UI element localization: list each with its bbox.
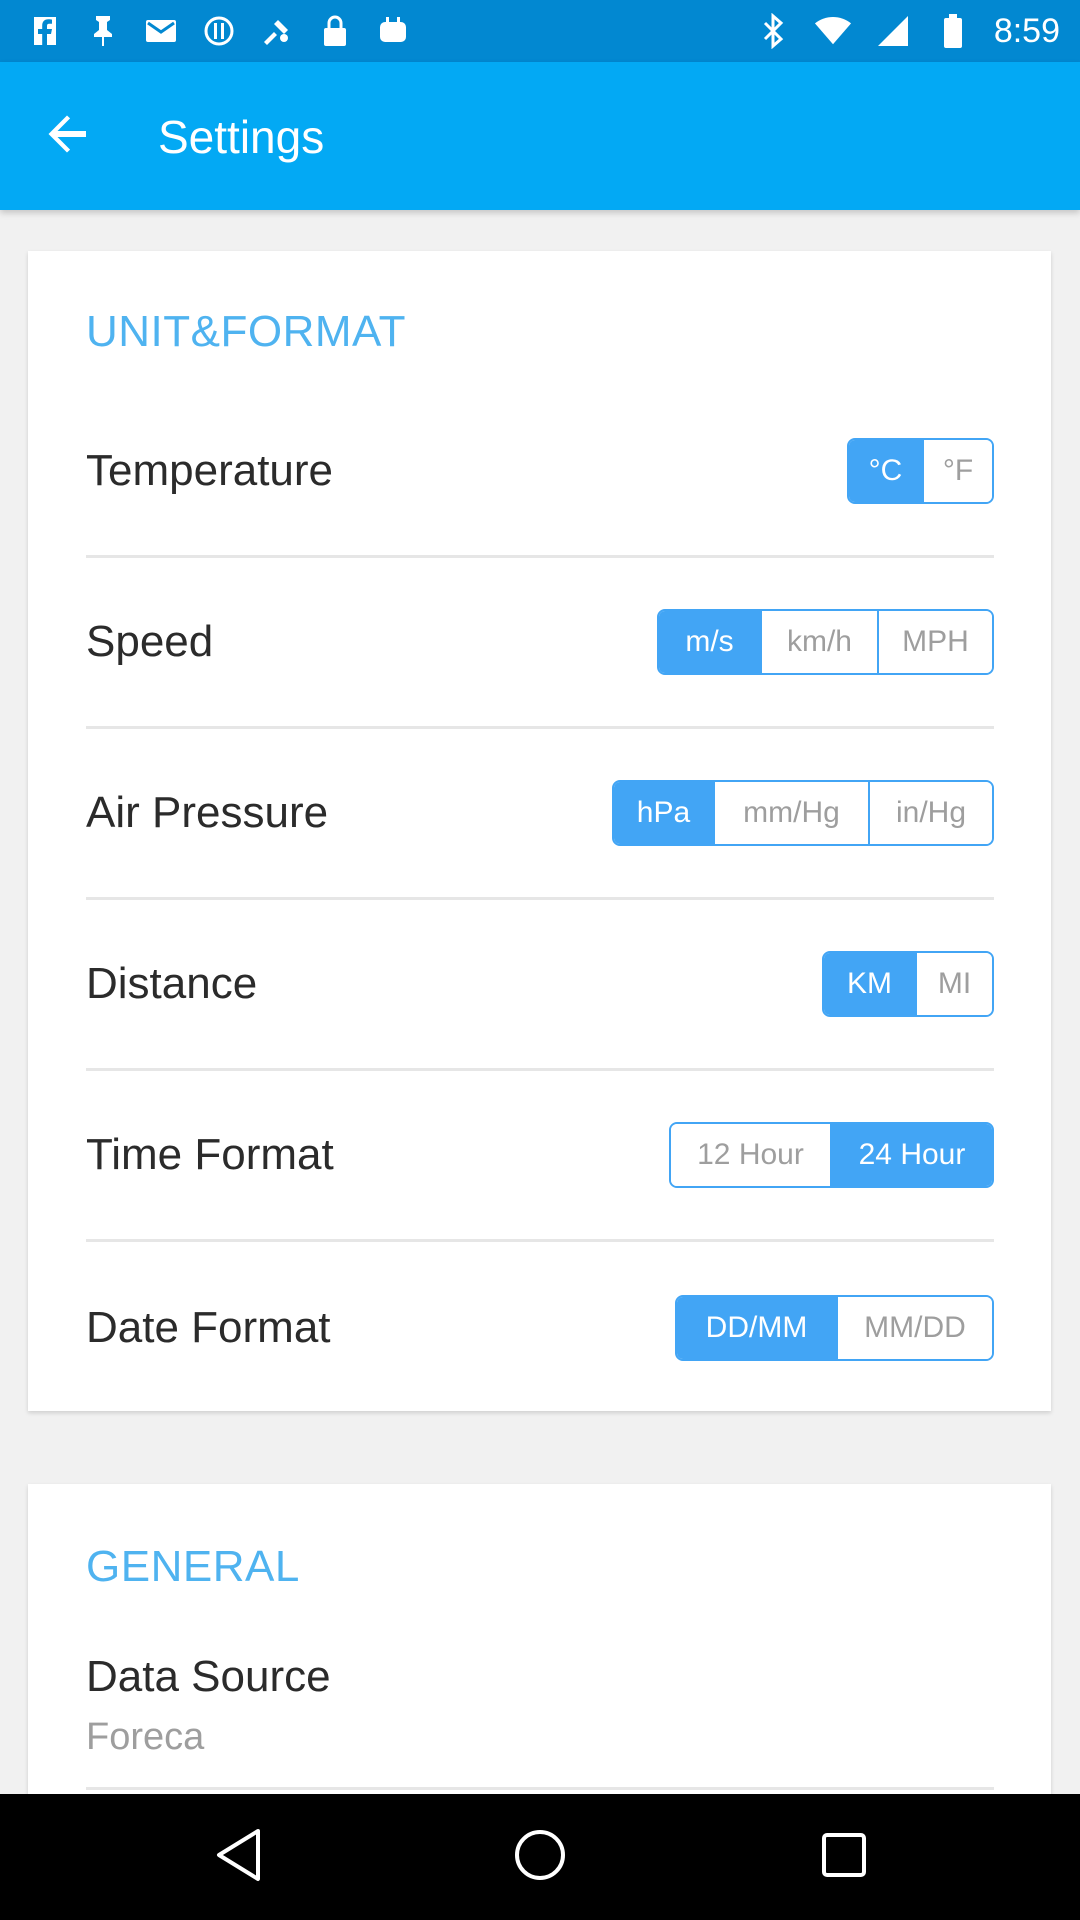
bluetooth-icon [754, 12, 792, 50]
alert-icon [200, 12, 238, 50]
setting-row-temperature: Temperature °C °F [86, 387, 994, 558]
setting-row-air-pressure: Air Pressure hPa mm/Hg in/Hg [86, 729, 994, 900]
app-bar: Settings [0, 62, 1080, 210]
option-km[interactable]: KM [824, 953, 915, 1015]
date-format-toggle: DD/MM MM/DD [675, 1294, 994, 1361]
home-circle-icon [513, 1828, 567, 1887]
option-inhg[interactable]: in/Hg [868, 782, 992, 844]
nav-home-button[interactable] [510, 1827, 570, 1887]
back-button[interactable] [34, 102, 102, 170]
divider [86, 1787, 994, 1790]
battery-icon [934, 12, 972, 50]
lock-icon [316, 12, 354, 50]
pin-icon [84, 12, 122, 50]
option-mm-dd[interactable]: MM/DD [836, 1296, 992, 1359]
status-bar: 8:59 [0, 0, 1080, 62]
status-icons-right: 8:59 [754, 10, 1060, 52]
email-icon [142, 12, 180, 50]
row-label: Distance [86, 959, 258, 1008]
navigation-bar [0, 1794, 1080, 1920]
row-label: Temperature [86, 446, 334, 495]
setting-row-time-format: Time Format 12 Hour 24 Hour [86, 1071, 994, 1242]
fake-gps-icon [258, 12, 296, 50]
row-label: Time Format [86, 1130, 334, 1179]
page-title: Settings [158, 111, 325, 163]
row-label: Date Format [86, 1302, 331, 1352]
data-source-value: Foreca [86, 1716, 205, 1758]
row-label: Speed [86, 617, 214, 666]
option-mmhg[interactable]: mm/Hg [713, 782, 868, 844]
back-triangle-icon [213, 1827, 263, 1888]
nav-back-button[interactable] [208, 1827, 268, 1887]
cell-signal-icon [874, 12, 912, 50]
section-title-general: GENERAL [86, 1542, 300, 1591]
air-pressure-unit-toggle: hPa mm/Hg in/Hg [612, 780, 994, 846]
option-celsius[interactable]: °C [849, 440, 922, 502]
option-ms[interactable]: m/s [659, 611, 760, 673]
setting-row-distance: Distance KM MI [86, 900, 994, 1071]
setting-row-speed: Speed m/s km/h MPH [86, 558, 994, 729]
option-24-hour[interactable]: 24 Hour [830, 1124, 992, 1186]
facebook-icon [26, 12, 64, 50]
nav-recents-button[interactable] [814, 1827, 874, 1887]
unit-format-card: UNIT&FORMAT Temperature °C °F Speed m/s … [28, 251, 1051, 1411]
option-kmh[interactable]: km/h [760, 611, 877, 673]
section-title-unit-format: UNIT&FORMAT [86, 307, 406, 356]
status-icons-left [26, 12, 412, 50]
option-12-hour[interactable]: 12 Hour [671, 1124, 830, 1186]
wifi-icon [814, 12, 852, 50]
time-format-toggle: 12 Hour 24 Hour [669, 1122, 994, 1188]
option-mi[interactable]: MI [915, 953, 992, 1015]
status-time: 8:59 [993, 11, 1060, 50]
speed-unit-toggle: m/s km/h MPH [657, 609, 994, 675]
temperature-unit-toggle: °C °F [847, 438, 994, 504]
option-hpa[interactable]: hPa [614, 782, 713, 844]
distance-unit-toggle: KM MI [822, 951, 994, 1017]
setting-row-date-format: Date Format DD/MM MM/DD [86, 1242, 994, 1413]
option-mph[interactable]: MPH [877, 611, 992, 673]
android-icon [374, 12, 412, 50]
general-card: GENERAL Data Source Foreca [28, 1484, 1051, 1804]
data-source-label[interactable]: Data Source [86, 1652, 331, 1702]
option-dd-mm[interactable]: DD/MM [677, 1296, 836, 1359]
arrow-back-icon [46, 112, 90, 161]
recents-square-icon [820, 1831, 868, 1884]
row-label: Air Pressure [86, 788, 329, 837]
option-fahrenheit[interactable]: °F [922, 440, 992, 502]
